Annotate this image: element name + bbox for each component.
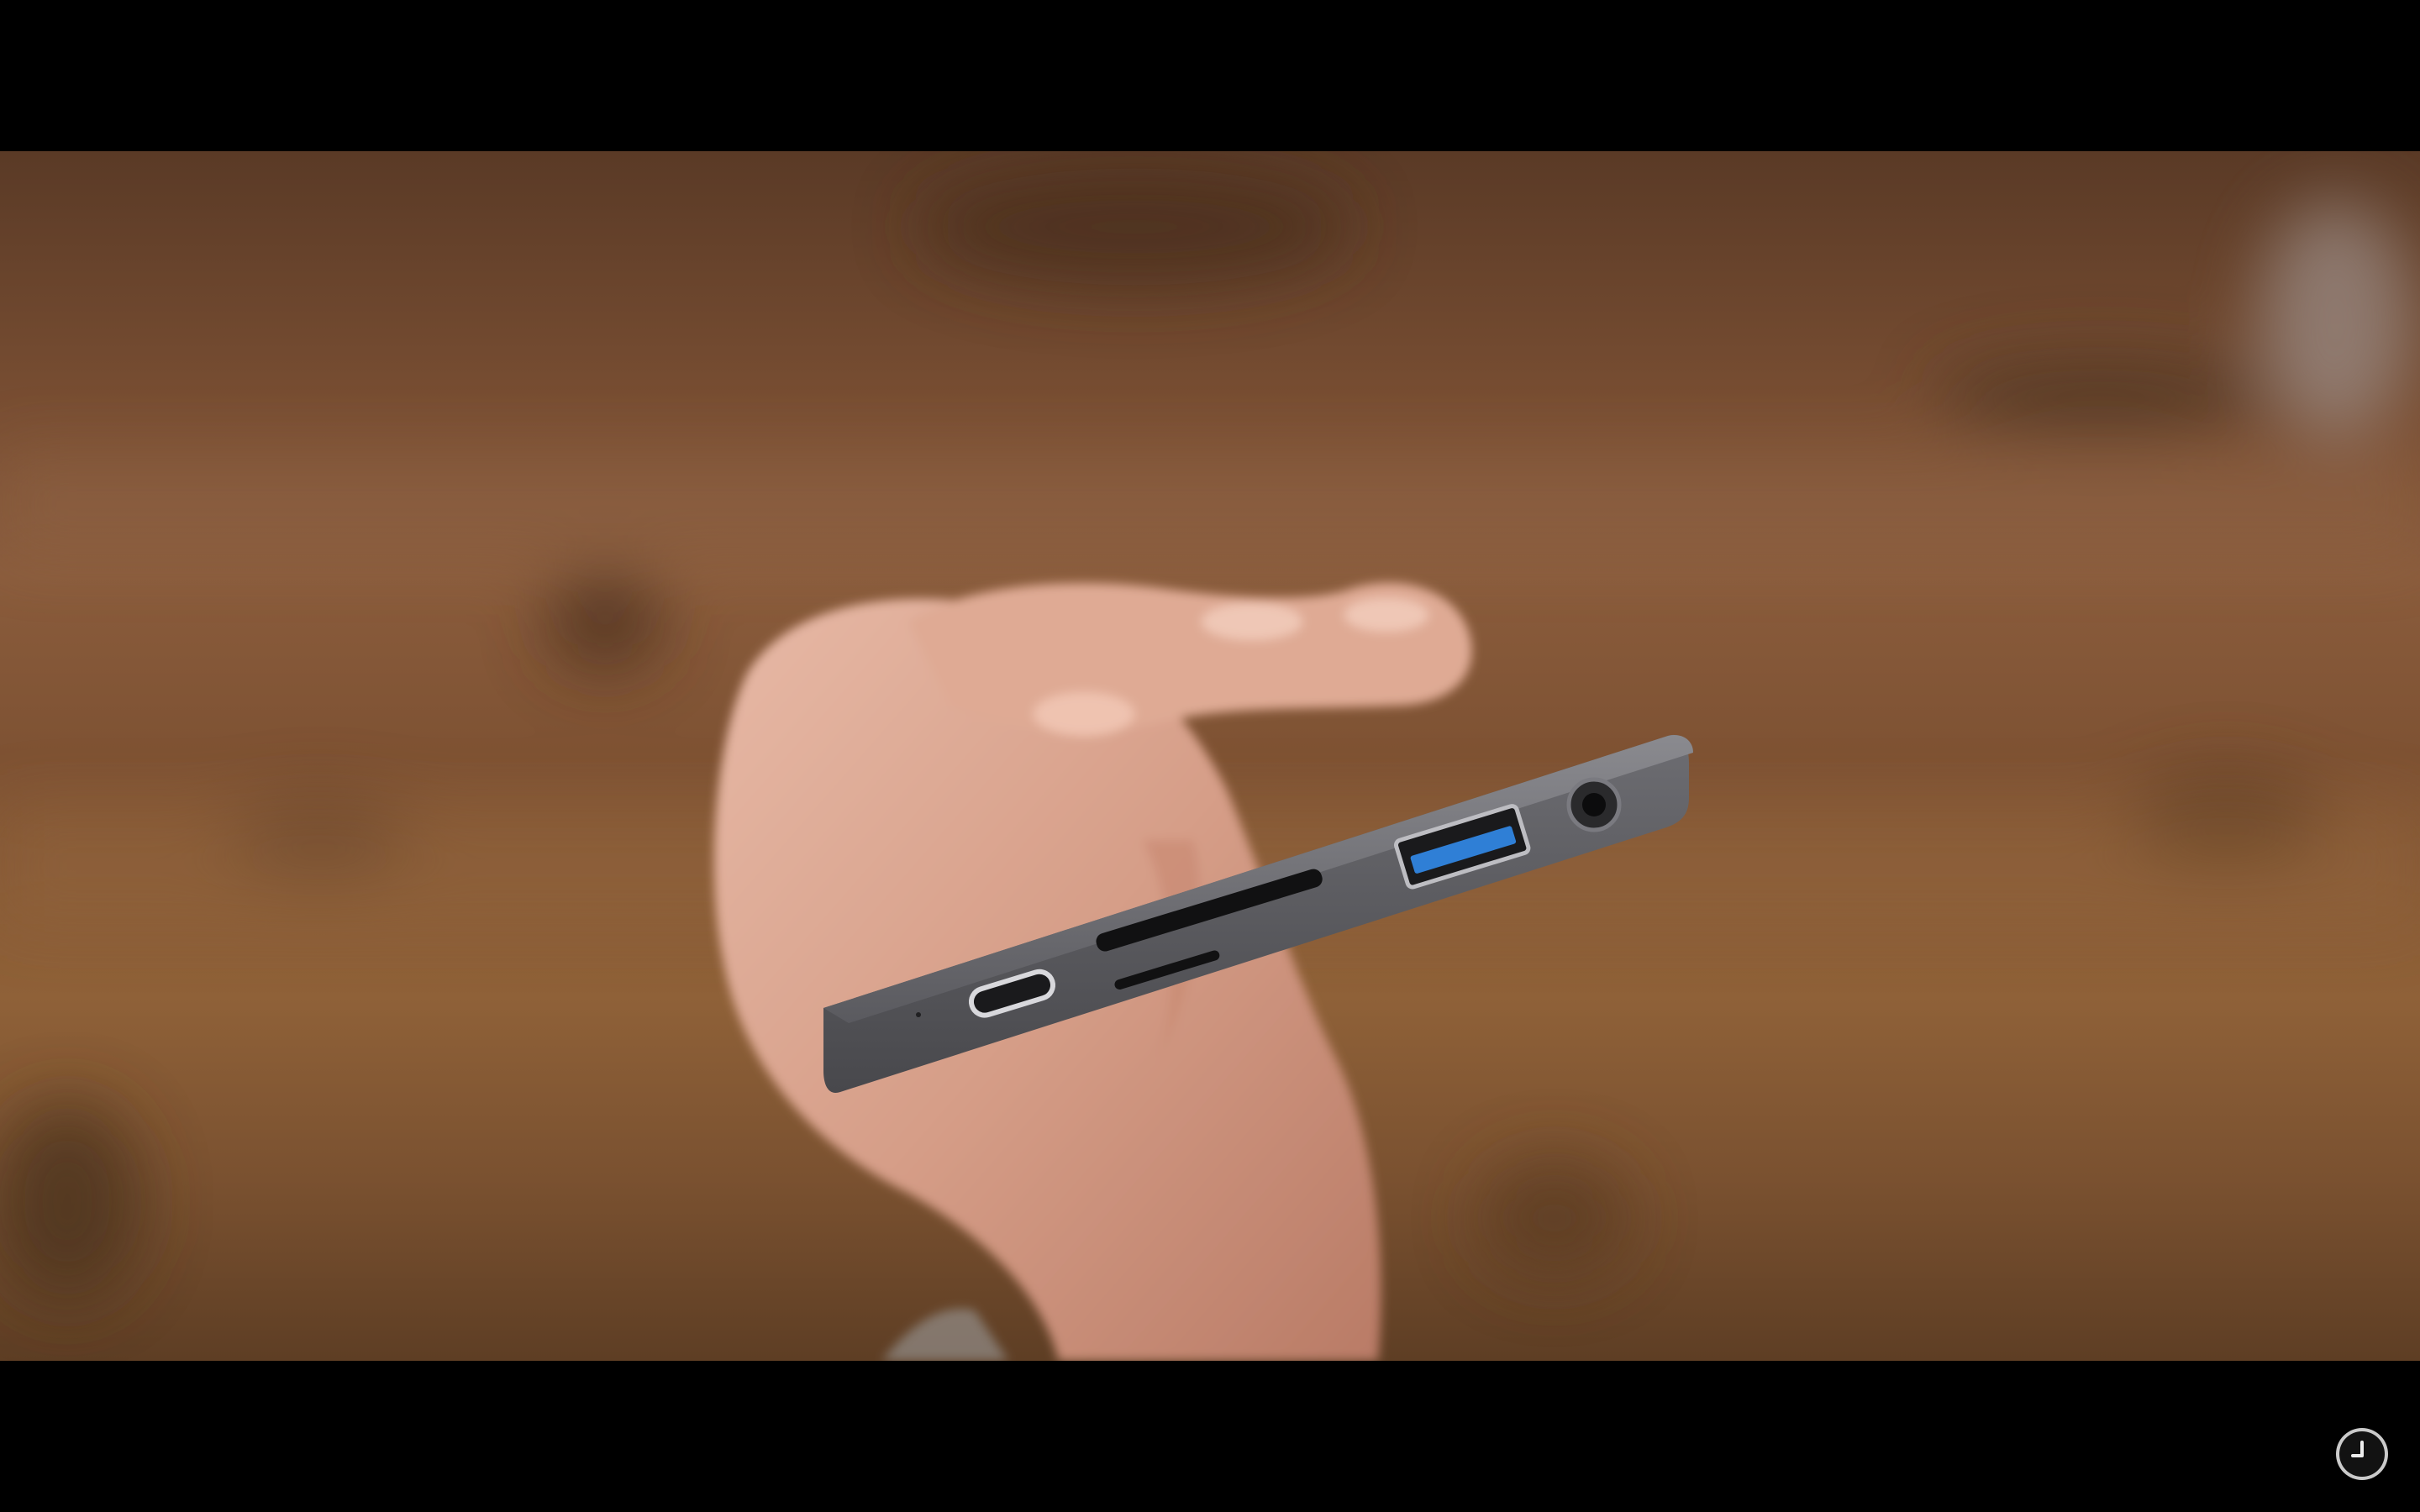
video-still	[0, 151, 2420, 1361]
video-frame[interactable]	[0, 151, 2420, 1361]
letterbox-top	[0, 0, 2420, 151]
letterbox-bottom	[0, 1361, 2420, 1512]
video-player[interactable]	[0, 0, 2420, 1512]
history-button[interactable]	[2336, 1428, 2388, 1480]
clock-icon	[2351, 1441, 2364, 1457]
